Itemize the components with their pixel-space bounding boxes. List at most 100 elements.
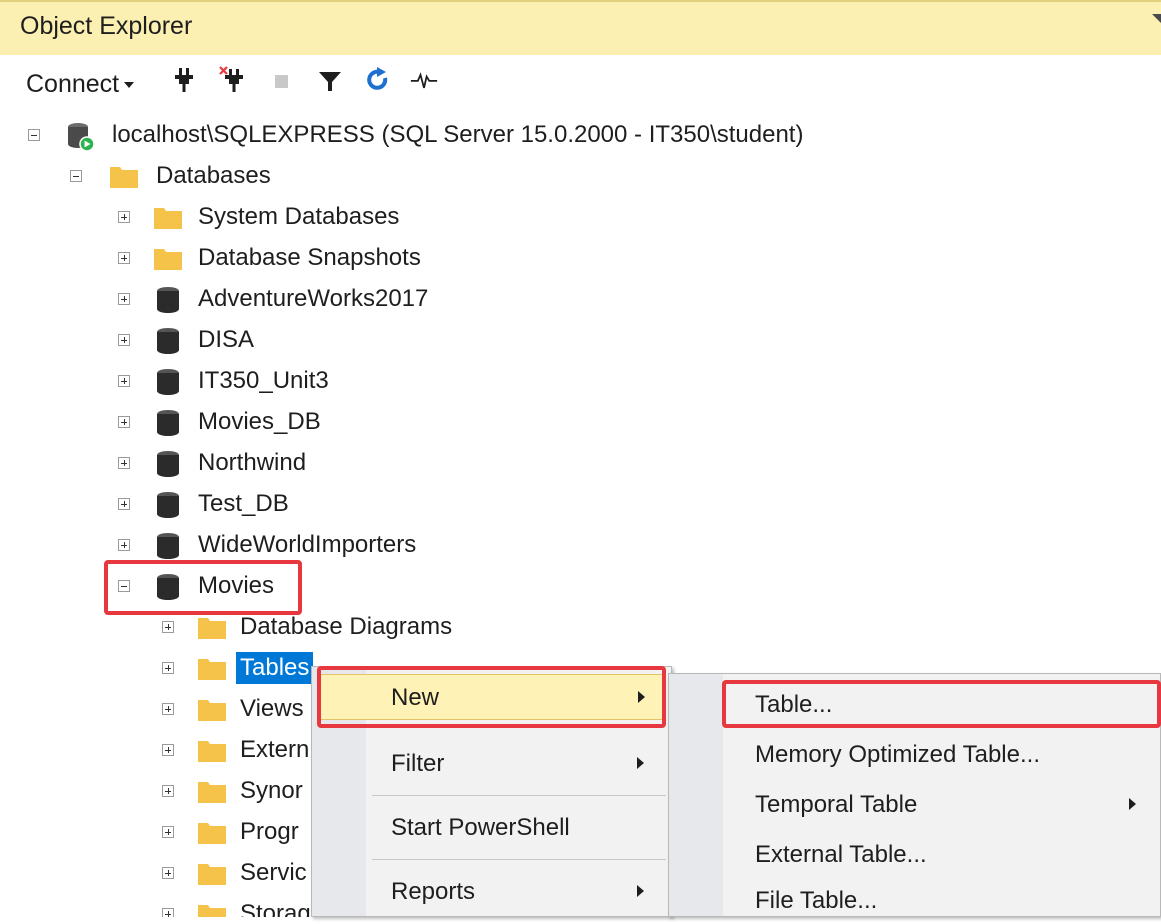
tree-node-database-diagrams[interactable]: Database Diagrams bbox=[0, 608, 600, 648]
submenu-arrow-icon bbox=[637, 885, 644, 897]
folder-icon bbox=[198, 659, 226, 680]
expand-toggle[interactable] bbox=[118, 539, 130, 551]
collapse-toggle[interactable] bbox=[28, 129, 40, 141]
collapse-toggle[interactable] bbox=[118, 580, 130, 592]
tree-node-external-resources[interactable]: Extern bbox=[0, 731, 320, 771]
connect-label: Connect bbox=[26, 70, 120, 98]
database-icon bbox=[157, 328, 179, 354]
tree-node-database-snapshots[interactable]: Database Snapshots bbox=[0, 239, 600, 279]
connect-plug-icon[interactable] bbox=[170, 65, 198, 95]
expand-toggle[interactable] bbox=[162, 703, 174, 715]
menu-item-filter[interactable]: Filter bbox=[312, 741, 671, 787]
tree-node-label: Movies bbox=[198, 572, 275, 599]
object-explorer-toolbar: Connect bbox=[0, 55, 1161, 111]
menu-item-label: Table... bbox=[755, 691, 833, 718]
window-position-dropdown-icon[interactable] bbox=[1152, 14, 1161, 23]
tree-node-adventureworks2017[interactable]: AdventureWorks2017 bbox=[0, 280, 600, 320]
chevron-down-icon bbox=[124, 82, 135, 89]
tree-node-label: Servic bbox=[240, 859, 307, 886]
tree-node-synonyms[interactable]: Synor bbox=[0, 772, 320, 812]
expand-toggle[interactable] bbox=[118, 293, 130, 305]
submenu-item-table[interactable]: Table... bbox=[669, 682, 1160, 728]
submenu-item-external-table[interactable]: External Table... bbox=[669, 832, 1160, 878]
refresh-icon[interactable] bbox=[364, 65, 392, 95]
folder-icon bbox=[198, 782, 226, 803]
database-icon bbox=[157, 533, 179, 559]
tree-node-label: Synor bbox=[240, 777, 303, 804]
tree-node-it350-unit3[interactable]: IT350_Unit3 bbox=[0, 362, 600, 402]
tree-node-label: Tables bbox=[236, 652, 314, 684]
menu-item-new[interactable]: New bbox=[318, 674, 665, 720]
expand-toggle[interactable] bbox=[162, 908, 174, 917]
tree-node-movies-db[interactable]: Movies_DB bbox=[0, 403, 600, 443]
expand-toggle[interactable] bbox=[162, 785, 174, 797]
tree-node-label: Storag bbox=[240, 900, 311, 917]
expand-toggle[interactable] bbox=[162, 744, 174, 756]
menu-item-label: Reports bbox=[391, 878, 476, 905]
submenu-arrow-icon bbox=[637, 757, 644, 769]
tree-node-storage[interactable]: Storag bbox=[0, 895, 320, 917]
expand-toggle[interactable] bbox=[118, 252, 130, 264]
tree-node-label: Extern bbox=[240, 736, 310, 763]
menu-item-label: New bbox=[391, 684, 440, 711]
tree-node-disa[interactable]: DISA bbox=[0, 321, 600, 361]
folder-icon bbox=[154, 208, 182, 229]
collapse-toggle[interactable] bbox=[70, 170, 82, 182]
database-icon bbox=[157, 287, 179, 313]
expand-toggle[interactable] bbox=[162, 826, 174, 838]
expand-toggle[interactable] bbox=[162, 621, 174, 633]
menu-item-start-powershell[interactable]: Start PowerShell bbox=[312, 805, 671, 851]
expand-toggle[interactable] bbox=[118, 416, 130, 428]
tree-node-server[interactable]: localhost\SQLEXPRESS (SQL Server 15.0.20… bbox=[0, 116, 900, 156]
database-icon bbox=[157, 492, 179, 518]
tree-node-service-broker[interactable]: Servic bbox=[0, 854, 320, 894]
tree-node-movies[interactable]: Movies bbox=[0, 567, 600, 607]
expand-toggle[interactable] bbox=[162, 867, 174, 879]
tree-node-label: Database Diagrams bbox=[240, 613, 453, 640]
tree-node-label: AdventureWorks2017 bbox=[198, 285, 429, 312]
tree-node-label: System Databases bbox=[198, 203, 400, 230]
tree-node-test-db[interactable]: Test_DB bbox=[0, 485, 600, 525]
expand-toggle[interactable] bbox=[118, 498, 130, 510]
folder-icon bbox=[198, 905, 226, 917]
server-label: localhost\SQLEXPRESS (SQL Server 15.0.20… bbox=[112, 121, 804, 148]
tree-node-system-databases[interactable]: System Databases bbox=[0, 198, 600, 238]
connect-button[interactable]: Connect bbox=[26, 70, 135, 99]
folder-icon bbox=[154, 249, 182, 270]
tree-node-northwind[interactable]: Northwind bbox=[0, 444, 600, 484]
folder-icon bbox=[198, 864, 226, 885]
folder-icon bbox=[198, 700, 226, 721]
tree-node-label: IT350_Unit3 bbox=[198, 367, 329, 394]
expand-toggle[interactable] bbox=[118, 211, 130, 223]
tree-node-label: WideWorldImporters bbox=[198, 531, 417, 558]
tree-node-label: Progr bbox=[240, 818, 299, 845]
tree-node-wideworldimporters[interactable]: WideWorldImporters bbox=[0, 526, 600, 566]
menu-separator bbox=[372, 795, 666, 796]
submenu-arrow-icon bbox=[1129, 798, 1136, 810]
submenu-item-memory-optimized-table[interactable]: Memory Optimized Table... bbox=[669, 732, 1160, 778]
tree-node-views[interactable]: Views bbox=[0, 690, 320, 730]
menu-item-label: External Table... bbox=[755, 841, 927, 868]
submenu-item-file-table[interactable]: File Table... bbox=[669, 878, 1160, 924]
submenu-item-temporal-table[interactable]: Temporal Table bbox=[669, 782, 1160, 828]
filter-icon[interactable] bbox=[316, 65, 344, 95]
activity-monitor-icon[interactable] bbox=[410, 65, 438, 95]
submenu-arrow-icon bbox=[638, 691, 645, 703]
stop-icon[interactable] bbox=[268, 65, 296, 95]
tree-node-programmability[interactable]: Progr bbox=[0, 813, 320, 853]
expand-toggle[interactable] bbox=[162, 662, 174, 674]
menu-item-label: Temporal Table bbox=[755, 791, 918, 818]
expand-toggle[interactable] bbox=[118, 457, 130, 469]
tree-node-label: Northwind bbox=[198, 449, 307, 476]
tree-node-tables[interactable]: Tables bbox=[0, 649, 320, 689]
database-icon bbox=[157, 451, 179, 477]
database-icon bbox=[157, 369, 179, 395]
expand-toggle[interactable] bbox=[118, 375, 130, 387]
menu-item-label: Start PowerShell bbox=[391, 814, 570, 841]
database-icon bbox=[157, 410, 179, 436]
panel-title: Object Explorer bbox=[20, 12, 193, 40]
disconnect-plug-icon[interactable] bbox=[218, 65, 246, 95]
tree-node-databases[interactable]: Databases bbox=[0, 157, 600, 197]
expand-toggle[interactable] bbox=[118, 334, 130, 346]
menu-item-reports[interactable]: Reports bbox=[312, 869, 671, 915]
